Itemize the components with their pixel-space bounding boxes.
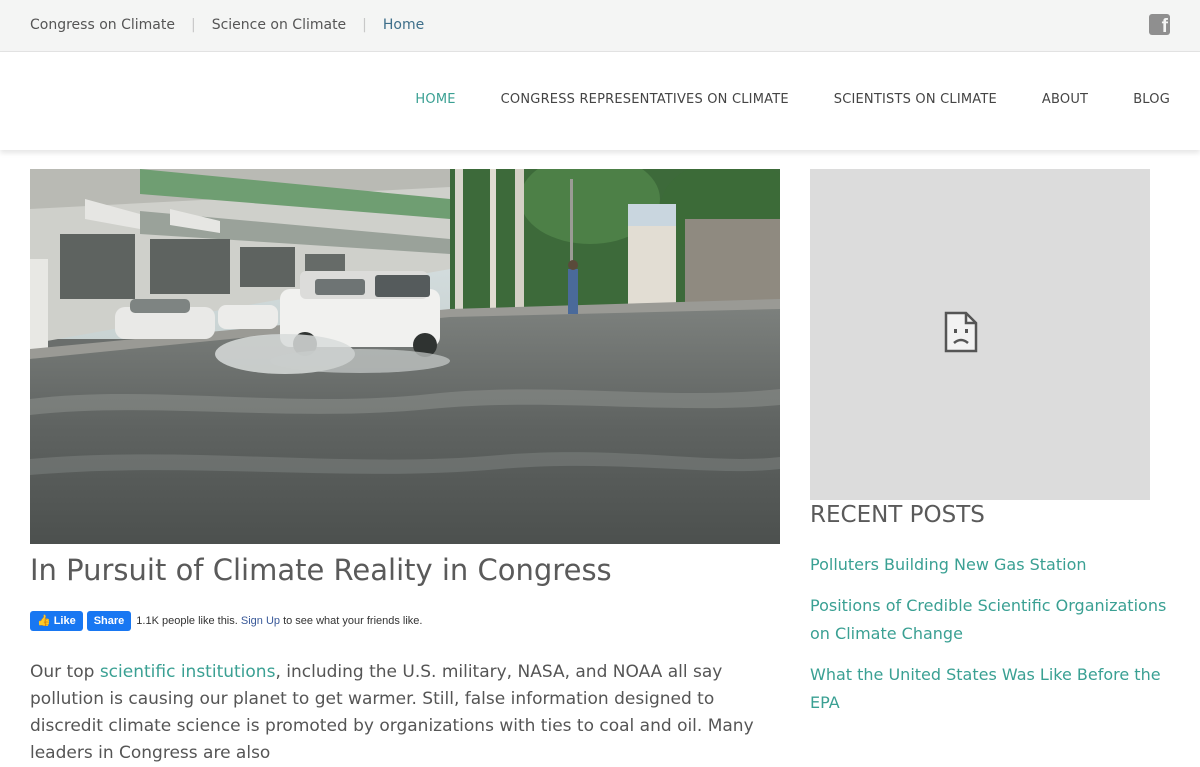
recent-post-link[interactable]: What the United States Was Like Before t…	[810, 661, 1180, 717]
sign-up-link[interactable]: Sign Up	[241, 615, 280, 627]
facebook-share-button[interactable]: Share	[86, 611, 132, 631]
top-bar: Congress on Climate | Science on Climate…	[0, 0, 1200, 52]
broken-image-icon	[944, 311, 978, 353]
top-links: Congress on Climate | Science on Climate…	[30, 16, 424, 34]
like-label: Like	[53, 615, 76, 627]
separator: |	[362, 17, 367, 33]
nav-item-about[interactable]: ABOUT	[1042, 92, 1088, 107]
top-link-science[interactable]: Science on Climate	[212, 16, 346, 34]
main-nav: HOME CONGRESS REPRESENTATIVES ON CLIMATE…	[370, 92, 1170, 107]
facebook-like-widget: 👍 Like Share 1.1K people like this. Sign …	[30, 611, 422, 631]
recent-post-link[interactable]: Positions of Credible Scientific Organiz…	[810, 592, 1180, 648]
nav-item-home[interactable]: HOME	[415, 92, 455, 107]
nav-item-blog[interactable]: BLOG	[1133, 92, 1170, 107]
recent-post-link[interactable]: Polluters Building New Gas Station	[810, 551, 1180, 579]
top-link-congress[interactable]: Congress on Climate	[30, 16, 175, 34]
separator: |	[190, 17, 196, 33]
nav-item-congress-representatives[interactable]: CONGRESS REPRESENTATIVES ON CLIMATE	[501, 92, 789, 107]
hero-image	[30, 169, 780, 544]
sign-up-suffix: to see what your friends like.	[283, 615, 423, 627]
site-header: HOME CONGRESS REPRESENTATIVES ON CLIMATE…	[0, 52, 1200, 150]
thumbs-up-icon: 👍	[37, 615, 51, 627]
facebook-icon[interactable]: f	[1149, 14, 1170, 35]
post-title: In Pursuit of Climate Reality in Congres…	[30, 553, 612, 587]
nav-item-scientists[interactable]: SCIENTISTS ON CLIMATE	[834, 92, 997, 107]
recent-posts-heading: RECENT POSTS	[810, 502, 985, 528]
broken-image-placeholder	[810, 169, 1150, 500]
top-link-home[interactable]: Home	[383, 16, 424, 34]
post-body: Our top scientific institutions, includi…	[30, 659, 780, 767]
recent-posts-list: Polluters Building New Gas Station Posit…	[810, 551, 1180, 730]
like-count-text: 1.1K people like this.	[136, 615, 238, 627]
facebook-like-button[interactable]: 👍 Like	[30, 611, 83, 631]
scientific-institutions-link[interactable]: scientific institutions	[100, 662, 276, 682]
body-intro: Our top	[30, 662, 100, 682]
